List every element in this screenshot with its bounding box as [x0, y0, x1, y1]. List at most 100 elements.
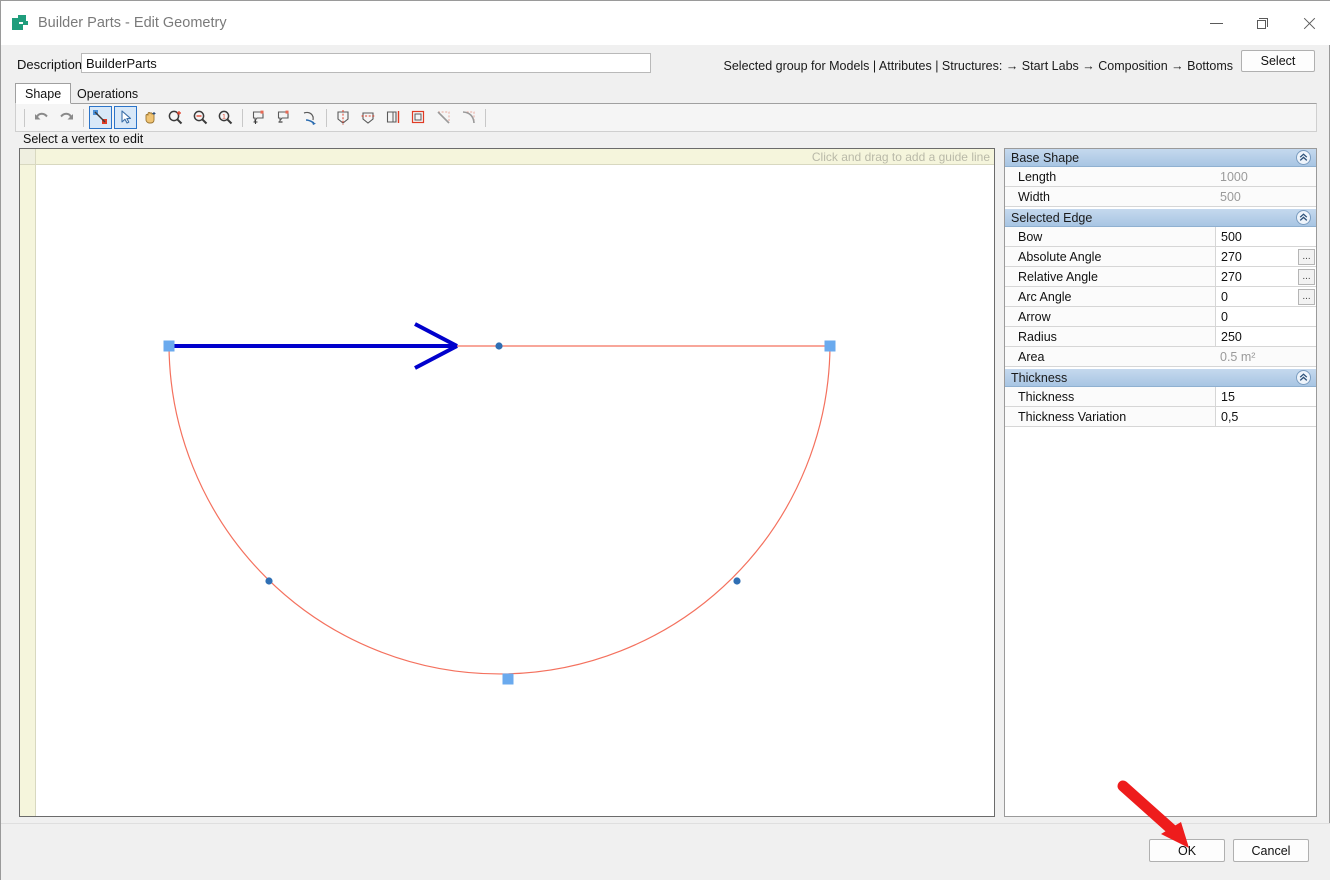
shape-handle[interactable] [502, 673, 514, 685]
fillet-icon[interactable] [457, 106, 480, 129]
ruler-left[interactable] [20, 149, 36, 816]
properties-panel: Base Shape Length 1000 Width 500 Selected Edg… [1004, 148, 1317, 817]
description-label: Description [17, 57, 83, 72]
remove-vertex-icon[interactable] [273, 106, 296, 129]
property-label: Arrow [1005, 307, 1215, 326]
cancel-button[interactable]: Cancel [1233, 839, 1309, 862]
mirror-horizontal-icon[interactable] [357, 106, 380, 129]
property-row: Thickness Variation 0,5 [1005, 407, 1316, 427]
property-row: Thickness 15 [1005, 387, 1316, 407]
close-icon [1302, 17, 1315, 30]
shape-drawing[interactable] [37, 166, 995, 817]
selected-group-text: Selected group for Models | Attributes |… [723, 59, 1234, 73]
property-value-thickness[interactable]: 15 [1215, 387, 1316, 406]
property-row: Arrow 0 [1005, 307, 1316, 327]
split-shape-icon[interactable] [382, 106, 405, 129]
property-label: Width [1005, 187, 1215, 206]
shape-toolbar: 1 [15, 103, 1317, 132]
tab-shape[interactable]: Shape [15, 83, 72, 104]
section-header-selected-edge[interactable]: Selected Edge [1005, 209, 1316, 227]
tab-operations[interactable]: Operations [67, 83, 149, 104]
property-label: Radius [1005, 327, 1215, 346]
section-header-thickness[interactable]: Thickness [1005, 369, 1316, 387]
builder-parts-logo-icon [12, 15, 29, 31]
property-value-radius[interactable]: 250 [1215, 327, 1316, 346]
add-vertex-icon[interactable] [248, 106, 271, 129]
redo-icon[interactable] [55, 106, 78, 129]
edit-vertex-icon[interactable] [89, 106, 112, 129]
property-value-text: 270 [1221, 249, 1242, 264]
duplicate-shape-icon[interactable] [407, 106, 430, 129]
property-ellipsis-button[interactable]: ... [1298, 288, 1315, 305]
zoom-fit-icon[interactable]: 1 [214, 106, 237, 129]
chevron-double-up-icon[interactable] [1296, 150, 1311, 165]
zoom-in-icon[interactable] [164, 106, 187, 129]
property-label: Arc Angle [1005, 287, 1215, 306]
shape-handles [163, 340, 836, 685]
shape-handle[interactable] [163, 340, 175, 352]
dialog-footer [1, 824, 1330, 880]
section-title: Thickness [1011, 370, 1068, 385]
select-pointer-icon[interactable] [114, 106, 137, 129]
property-value-text: 0 [1221, 309, 1228, 324]
shape-handle[interactable] [824, 340, 836, 352]
property-value-arc-angle[interactable]: 0... [1215, 287, 1316, 306]
status-text: Select a vertex to edit [23, 132, 144, 146]
mirror-vertical-icon[interactable] [332, 106, 355, 129]
shape-vertices [265, 342, 741, 585]
section-title: Base Shape [1011, 150, 1080, 165]
svg-text:1: 1 [222, 114, 226, 121]
property-value-text: 0 [1221, 289, 1228, 304]
property-ellipsis-button[interactable]: ... [1298, 268, 1315, 285]
property-row: Relative Angle 270... [1005, 267, 1316, 287]
pan-hand-icon[interactable] [139, 106, 162, 129]
ruler-top[interactable]: Click and drag to add a guide line [20, 149, 994, 165]
ok-button[interactable]: OK [1149, 839, 1225, 862]
property-row: Bow 500 [1005, 227, 1316, 247]
toolbar-separator [485, 108, 486, 127]
property-value-area: 0.5 m² [1215, 347, 1316, 366]
property-ellipsis-button[interactable]: ... [1298, 248, 1315, 265]
property-label: Bow [1005, 227, 1215, 246]
shape-vertex[interactable] [495, 342, 503, 350]
property-row: Arc Angle 0... [1005, 287, 1316, 307]
direction-arrow-icon [170, 322, 458, 370]
toolbar-separator [24, 108, 25, 127]
chevron-double-up-icon[interactable] [1296, 370, 1311, 385]
section-header-base-shape[interactable]: Base Shape [1005, 149, 1316, 167]
property-value-length: 1000 [1215, 167, 1316, 186]
property-value-text: 500 [1221, 229, 1242, 244]
property-label: Length [1005, 167, 1215, 186]
property-value-thickness-variation[interactable]: 0,5 [1215, 407, 1316, 426]
window-controls [1193, 1, 1330, 45]
description-input[interactable] [81, 53, 651, 73]
property-value-text: 270 [1221, 269, 1242, 284]
ruler-corner [20, 149, 36, 165]
maximize-button[interactable] [1239, 1, 1285, 45]
shape-vertex[interactable] [733, 577, 741, 585]
minimize-icon [1209, 22, 1223, 24]
property-label: Absolute Angle [1005, 247, 1215, 266]
property-value-arrow[interactable]: 0 [1215, 307, 1316, 326]
chamfer-icon[interactable] [432, 106, 455, 129]
convert-edge-icon[interactable] [298, 106, 321, 129]
close-button[interactable] [1285, 1, 1330, 45]
property-value-bow[interactable]: 500 [1215, 227, 1316, 246]
edit-geometry-window: Builder Parts - Edit Geometry Descriptio… [0, 0, 1330, 880]
toolbar-separator [83, 108, 84, 127]
property-row: Width 500 [1005, 187, 1316, 207]
chevron-double-up-icon[interactable] [1296, 210, 1311, 225]
zoom-out-icon[interactable] [189, 106, 212, 129]
minimize-button[interactable] [1193, 1, 1239, 45]
property-value-relative-angle[interactable]: 270... [1215, 267, 1316, 286]
select-button[interactable]: Select [1241, 50, 1315, 72]
shape-vertex[interactable] [265, 577, 273, 585]
undo-icon[interactable] [30, 106, 53, 129]
property-value-width: 500 [1215, 187, 1316, 206]
property-value-absolute-angle[interactable]: 270... [1215, 247, 1316, 266]
property-label: Thickness Variation [1005, 407, 1215, 426]
shape-arc-edge [168, 345, 831, 675]
geometry-canvas[interactable]: Click and drag to add a guide line [19, 148, 995, 817]
maximize-icon [1256, 17, 1268, 29]
property-row: Absolute Angle 270... [1005, 247, 1316, 267]
